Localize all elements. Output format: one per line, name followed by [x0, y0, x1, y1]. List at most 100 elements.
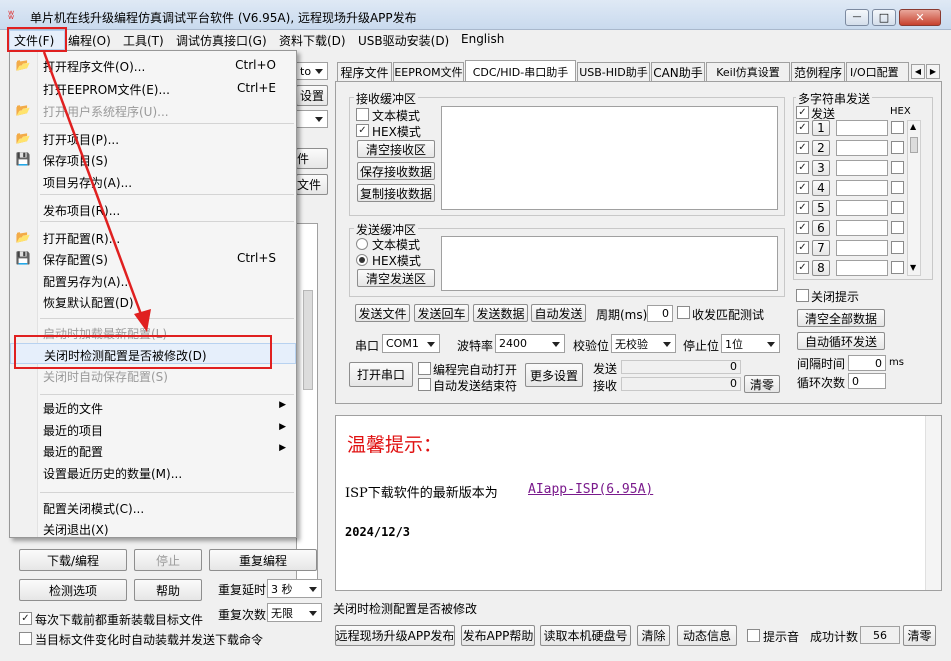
auto-send-button[interactable]: 自动发送 — [531, 304, 586, 322]
multi-row-input[interactable] — [836, 220, 888, 236]
receive-textarea[interactable] — [441, 106, 778, 210]
multi-row-send-button[interactable]: 8 — [812, 260, 830, 276]
multi-row-input[interactable] — [836, 200, 888, 216]
reprogram-button[interactable]: 重复编程 — [209, 549, 317, 571]
clear-success-button[interactable]: 清零 — [903, 625, 936, 646]
parity-select[interactable]: 无校验 — [611, 334, 676, 353]
dynamic-info-button[interactable]: 动态信息 — [677, 625, 737, 646]
send-data-button[interactable]: 发送数据 — [473, 304, 528, 322]
multi-scrollbar[interactable]: ▲ ▼ — [907, 120, 921, 276]
multi-row-send-checkbox[interactable]: ✓ — [796, 221, 809, 234]
auto-open-checkbox[interactable] — [418, 362, 431, 375]
menu-item-3[interactable]: 📂 打开用户系统程序(U)... — [10, 100, 296, 121]
left-settings-button[interactable]: 设置 — [296, 85, 328, 106]
tab-keil[interactable]: Keil仿真设置 — [706, 62, 790, 81]
close-hint-checkbox[interactable] — [796, 289, 809, 302]
menu-item-11[interactable]: 恢复默认配置(D) — [10, 291, 296, 312]
send-hex-mode-radio[interactable] — [356, 254, 368, 266]
tab-eeprom-file[interactable]: EEPROM文件 — [393, 62, 464, 81]
multi-row-send-button[interactable]: 5 — [812, 200, 830, 216]
multi-row-input[interactable] — [836, 140, 888, 156]
multi-row-send-button[interactable]: 6 — [812, 220, 830, 236]
menu-item-6[interactable]: 项目另存为(A)... — [10, 171, 296, 192]
auto-load-checkbox[interactable] — [19, 632, 32, 645]
recv-text-mode-checkbox[interactable] — [356, 108, 369, 121]
send-text-mode-radio[interactable] — [356, 238, 368, 250]
multi-row-send-checkbox[interactable]: ✓ — [796, 261, 809, 274]
multi-row-send-checkbox[interactable]: ✓ — [796, 181, 809, 194]
multi-row-send-button[interactable]: 1 — [812, 120, 830, 136]
repeat-delay-select[interactable]: 3 秒 — [267, 579, 322, 598]
close-button[interactable]: ✕ — [899, 9, 941, 26]
menu-usb-driver[interactable]: USB驱动安装(D) — [358, 32, 449, 49]
multi-row-hex-checkbox[interactable] — [891, 121, 904, 134]
multi-row-input[interactable] — [836, 260, 888, 276]
period-input[interactable]: 0 — [647, 305, 673, 322]
send-file-button[interactable]: 发送文件 — [355, 304, 410, 322]
send-return-button[interactable]: 发送回车 — [414, 304, 469, 322]
interval-input[interactable]: 0 — [848, 355, 886, 371]
clear-receive-button[interactable]: 清空接收区 — [357, 140, 435, 158]
multi-row-send-button[interactable]: 3 — [812, 160, 830, 176]
left-combo-2[interactable] — [296, 110, 328, 128]
multi-row-send-checkbox[interactable]: ✓ — [796, 201, 809, 214]
open-port-button[interactable]: 打开串口 — [349, 362, 413, 387]
multi-row-input[interactable] — [836, 180, 888, 196]
multi-row-send-button[interactable]: 2 — [812, 140, 830, 156]
menu-item-20[interactable]: 关闭退出(X) — [10, 518, 296, 539]
multi-row-input[interactable] — [836, 240, 888, 256]
multi-scroll-thumb[interactable] — [910, 137, 918, 153]
baud-select[interactable]: 2400 — [495, 334, 565, 353]
tab-scroll-right[interactable]: ▶ — [926, 64, 940, 79]
multi-row-hex-checkbox[interactable] — [891, 221, 904, 234]
clear-button[interactable]: 清除 — [637, 625, 670, 646]
tab-io-config[interactable]: I/O口配置 — [846, 62, 909, 81]
multi-row-send-checkbox[interactable]: ✓ — [796, 161, 809, 174]
multi-row-hex-checkbox[interactable] — [891, 161, 904, 174]
recv-hex-mode-checkbox[interactable]: ✓ — [356, 124, 369, 137]
multi-row-hex-checkbox[interactable] — [891, 141, 904, 154]
notice-scrollbar[interactable] — [925, 416, 941, 590]
menu-tools[interactable]: 工具(T) — [123, 32, 164, 49]
menu-item-8[interactable]: 📂 打开配置(R)... — [10, 227, 296, 248]
multi-row-send-checkbox[interactable]: ✓ — [796, 241, 809, 254]
multi-row-send-checkbox[interactable]: ✓ — [796, 121, 809, 134]
stop-button[interactable]: 停止 — [134, 549, 202, 571]
save-receive-button[interactable]: 保存接收数据 — [357, 162, 435, 180]
menu-item-18[interactable]: 设置最近历史的数量(M)... — [10, 462, 296, 483]
left-combo-1[interactable]: to — [296, 62, 328, 80]
maximize-button[interactable]: □ — [872, 9, 896, 26]
notice-version-link[interactable]: AIapp-ISP(6.95A) — [528, 482, 653, 497]
auto-end-checkbox[interactable] — [418, 378, 431, 391]
read-disk-id-button[interactable]: 读取本机硬盘号 — [540, 625, 631, 646]
menu-debug[interactable]: 调试仿真接口(G) — [176, 32, 267, 49]
port-select[interactable]: COM1 — [382, 334, 440, 353]
repeat-count-select[interactable]: 无限 — [267, 603, 322, 622]
menu-item-19[interactable]: 配置关闭模式(C)... — [10, 497, 296, 518]
multi-row-input[interactable] — [836, 160, 888, 176]
multi-row-hex-checkbox[interactable] — [891, 241, 904, 254]
clear-count-button[interactable]: 清零 — [744, 375, 780, 393]
tab-scroll-left[interactable]: ◀ — [911, 64, 925, 79]
left-scrollbar[interactable] — [303, 290, 313, 390]
minimize-button[interactable]: — — [845, 9, 869, 26]
more-settings-button[interactable]: 更多设置 — [525, 363, 583, 387]
multi-scroll-up-icon[interactable]: ▲ — [910, 122, 916, 131]
menu-item-2[interactable]: 打开EEPROM文件(E)... Ctrl+E — [10, 78, 296, 99]
detect-options-button[interactable]: 检测选项 — [19, 579, 127, 601]
match-test-checkbox[interactable] — [677, 306, 690, 319]
multi-row-hex-checkbox[interactable] — [891, 181, 904, 194]
multi-row-hex-checkbox[interactable] — [891, 201, 904, 214]
auto-loop-send-button[interactable]: 自动循环发送 — [797, 332, 885, 350]
menu-english[interactable]: English — [461, 32, 504, 46]
menu-program[interactable]: 编程(O) — [68, 32, 111, 49]
reload-before-download-checkbox[interactable]: ✓ — [19, 612, 32, 625]
multi-scroll-down-icon[interactable]: ▼ — [910, 263, 916, 272]
menu-item-1[interactable]: 📂 打开程序文件(O)... Ctrl+O — [10, 55, 296, 76]
multi-row-hex-checkbox[interactable] — [891, 261, 904, 274]
tab-cdc-hid-serial[interactable]: CDC/HID-串口助手 — [465, 60, 576, 82]
menu-item-17[interactable]: 最近的配置 ▶ — [10, 440, 296, 461]
multi-row-send-button[interactable]: 4 — [812, 180, 830, 196]
remote-upgrade-publish-button[interactable]: 远程现场升级APP发布 — [335, 625, 455, 646]
menu-item-10[interactable]: 配置另存为(A)... — [10, 270, 296, 291]
